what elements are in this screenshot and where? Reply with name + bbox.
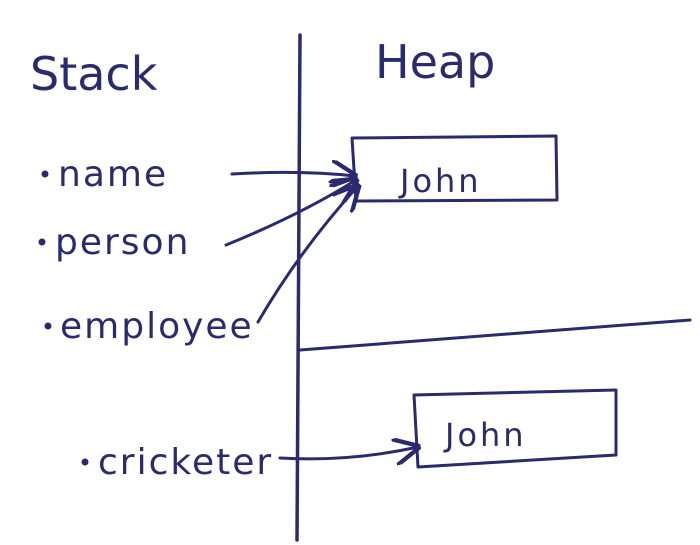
stack-item-name: name bbox=[58, 154, 168, 195]
stack-item-employee: employee bbox=[60, 306, 254, 347]
heap-object-value-2: John bbox=[443, 416, 527, 454]
bullet-icon bbox=[38, 238, 46, 246]
reference-arrow-name bbox=[230, 172, 355, 176]
bullet-icon bbox=[41, 170, 49, 178]
heap-title: Heap bbox=[375, 35, 495, 89]
bullet-icon bbox=[44, 322, 52, 330]
heap-divider bbox=[298, 318, 692, 352]
stack-heap-divider bbox=[295, 33, 302, 542]
heap-object-value-1: John bbox=[398, 162, 482, 200]
stack-title: Stack bbox=[30, 47, 158, 101]
stack-item-cricketer: cricketer bbox=[98, 442, 273, 483]
stack-item-person: person bbox=[55, 222, 190, 263]
bullet-icon bbox=[81, 458, 89, 466]
stack-heap-diagram: Stack Heap name person employee crickete… bbox=[30, 33, 692, 542]
reference-arrow-cricketer bbox=[278, 447, 418, 459]
